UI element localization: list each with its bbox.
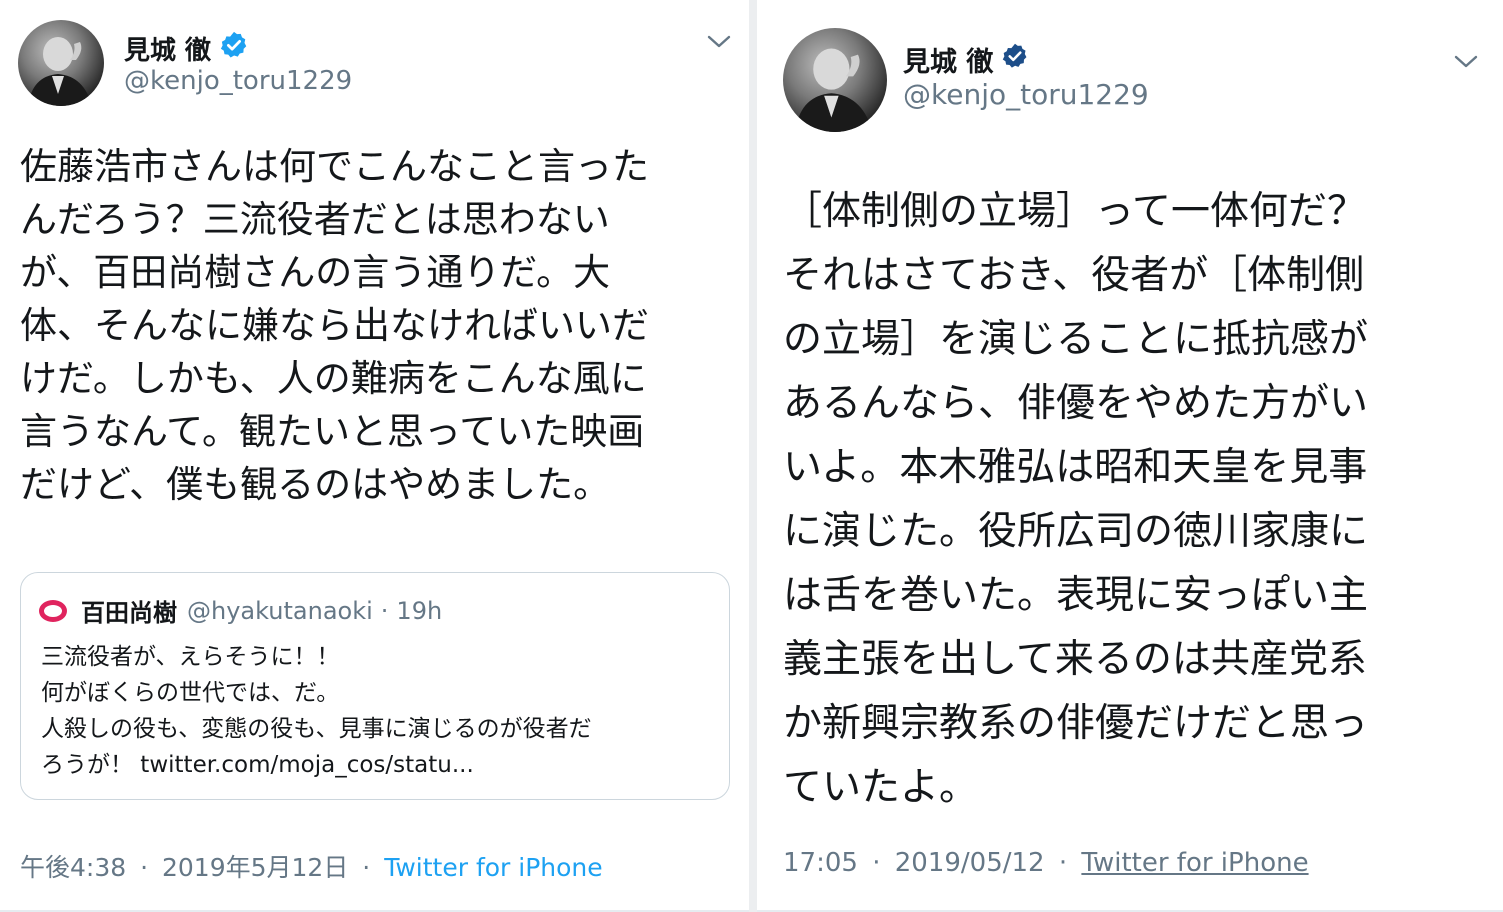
- quoted-time: 19h: [396, 596, 443, 625]
- tweet-date: 2019年5月12日: [162, 853, 349, 882]
- tweet-time: 午後4:38: [20, 853, 127, 882]
- avatar[interactable]: [18, 20, 104, 106]
- tweet-time: 17:05: [783, 848, 858, 878]
- meta-separator: ·: [362, 853, 371, 882]
- tweet-right: 見城 徹 @kenjo_toru1229 ［体制側の立場］って一体何だ？ それは…: [757, 0, 1503, 912]
- quoted-tweet-card[interactable]: 百田尚樹 @hyakutanaoki · 19h 三流役者が、えらそうに！！ 何…: [20, 572, 730, 800]
- tweet-source-link[interactable]: Twitter for iPhone: [384, 853, 602, 882]
- quoted-tweet-text: 三流役者が、えらそうに！！ 何がぼくらの世代では、だ。 人殺しの役も、変態の役も…: [41, 644, 592, 778]
- avatar[interactable]: [783, 28, 887, 132]
- quoted-author-handle[interactable]: @hyakutanaoki: [187, 597, 373, 625]
- author-handle[interactable]: @kenjo_toru1229: [903, 78, 1149, 111]
- tweet-source-link[interactable]: Twitter for iPhone: [1081, 848, 1308, 878]
- chevron-down-icon[interactable]: [706, 34, 732, 50]
- author-name-text: 見城 徹: [124, 36, 212, 66]
- author-name[interactable]: 見城 徹: [124, 30, 249, 67]
- meta-separator: ·: [1058, 848, 1068, 878]
- tweet-date: 2019/05/12: [894, 848, 1045, 878]
- tweet-meta: 午後4:38 · 2019年5月12日 · Twitter for iPhone: [20, 848, 603, 884]
- tweet-text: 佐藤浩市さんは何でこんなこと言った んだろう？三流役者だとは思わない が、百田尚…: [20, 145, 649, 506]
- avatar-photo-icon: [795, 48, 873, 132]
- verified-badge-icon: [219, 30, 249, 67]
- author-name-text: 見城 徹: [903, 47, 994, 78]
- quoted-tweet-header: 百田尚樹 @hyakutanaoki · 19h: [39, 593, 442, 628]
- meta-separator: ·: [140, 853, 149, 882]
- author-handle[interactable]: @kenjo_toru1229: [124, 66, 352, 96]
- author-name[interactable]: 見城 徹: [903, 40, 1029, 79]
- quoted-separator: ·: [380, 596, 389, 625]
- tweet-left: 見城 徹 @kenjo_toru1229 佐藤浩市さんは何でこんなこと言った ん…: [0, 0, 749, 912]
- verified-badge-icon: [1001, 42, 1029, 77]
- quoted-avatar[interactable]: [39, 599, 67, 622]
- meta-separator: ·: [872, 848, 881, 878]
- chevron-down-icon[interactable]: [1453, 54, 1479, 70]
- panel-divider: [749, 0, 757, 912]
- tweet-text: ［体制側の立場］って一体何だ？ それはさておき、役者が［体制側 の立場］を演じる…: [783, 189, 1369, 810]
- quoted-author-name[interactable]: 百田尚樹: [81, 593, 177, 628]
- tweet-meta: 17:05 · 2019/05/12 · Twitter for iPhone: [783, 848, 1309, 878]
- avatar-photo-icon: [28, 37, 92, 106]
